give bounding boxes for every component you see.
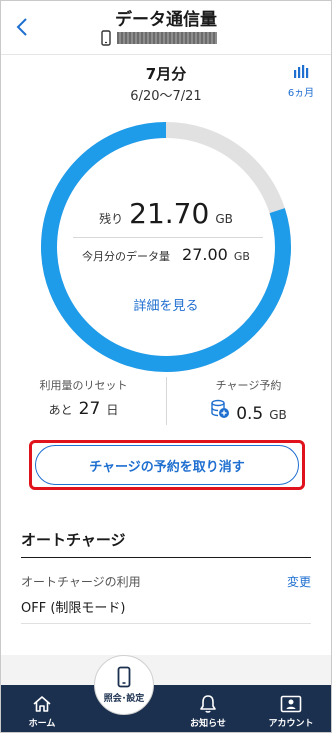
six-month-history-button[interactable]: 6ヵ月	[283, 63, 319, 99]
remaining-label: 残り	[99, 212, 124, 226]
reset-unit: 日	[106, 403, 119, 417]
reset-stat: 利用量のリセット あと 27 日	[1, 377, 166, 419]
remaining-unit: GB	[215, 212, 233, 226]
charge-reservation-unit: GB	[269, 408, 287, 422]
nav-account-label: アカウント	[268, 719, 314, 729]
charge-reservation-stat: チャージ予約 0.5 GB	[166, 377, 331, 424]
month-data-row: 今月分のデータ量 27.00 GB	[36, 245, 296, 264]
app-frame: データ通信量 7月分 6/20〜7/21 6ヵ月 残り 21.70 GB 今月分…	[0, 0, 332, 733]
nav-home-label: ホーム	[28, 719, 56, 729]
reset-days: 27	[78, 399, 101, 419]
autocharge-value: OFF (制限モード)	[21, 601, 126, 616]
nav-notices[interactable]: お知らせ	[175, 685, 241, 732]
page-title: データ通信量	[115, 10, 217, 30]
data-charge-icon	[211, 399, 230, 418]
usage-period: 6/20〜7/21	[130, 89, 202, 104]
nav-notices-label: お知らせ	[190, 719, 226, 729]
charge-reservation-value: 0.5	[236, 404, 264, 424]
row-divider	[21, 623, 311, 624]
ring-divider	[73, 237, 263, 238]
nav-inquiry-label: 照会･設定	[103, 694, 145, 704]
autocharge-change-link[interactable]: 変更	[287, 573, 311, 590]
nav-account[interactable]: アカウント	[258, 685, 324, 732]
remaining-value: 21.70	[129, 197, 210, 230]
autocharge-section-title: オートチャージ	[21, 531, 126, 549]
remaining-row: 残り 21.70 GB	[36, 197, 296, 230]
header: データ通信量	[1, 1, 331, 55]
month-data-unit: GB	[233, 250, 250, 263]
cancel-charge-reservation-button[interactable]: チャージの予約を取り消す	[35, 445, 299, 485]
smartphone-icon	[101, 30, 111, 46]
bottom-nav: ホーム お知らせ アカウント	[1, 685, 331, 732]
home-icon	[33, 696, 51, 712]
smartphone-icon	[117, 666, 131, 688]
details-link[interactable]: 詳細を見る	[36, 295, 296, 314]
section-divider	[21, 557, 311, 558]
usage-month: 7月分	[145, 65, 187, 83]
nav-home[interactable]: ホーム	[9, 685, 75, 732]
line-identifier	[101, 29, 217, 47]
month-data-label: 今月分のデータ量	[82, 250, 171, 263]
bar-chart-icon	[294, 65, 309, 78]
bell-icon	[200, 695, 216, 713]
stats-row: 利用量のリセット あと 27 日 チャージ予約 0.5 GB	[1, 377, 331, 437]
six-month-label: 6ヵ月	[287, 88, 315, 99]
masked-phone-number	[117, 32, 217, 44]
account-card-icon	[280, 695, 302, 713]
nav-inquiry-settings[interactable]: 照会･設定	[94, 655, 154, 725]
charge-reservation-label: チャージ予約	[215, 379, 282, 392]
usage-card: 7月分 6/20〜7/21 6ヵ月 残り 21.70 GB 今月分のデータ量 2…	[1, 55, 331, 655]
reset-label: 利用量のリセット	[39, 379, 128, 392]
autocharge-usage-label: オートチャージの利用	[21, 575, 141, 589]
reset-prefix: あと	[48, 403, 73, 417]
month-data-value: 27.00	[182, 245, 228, 264]
